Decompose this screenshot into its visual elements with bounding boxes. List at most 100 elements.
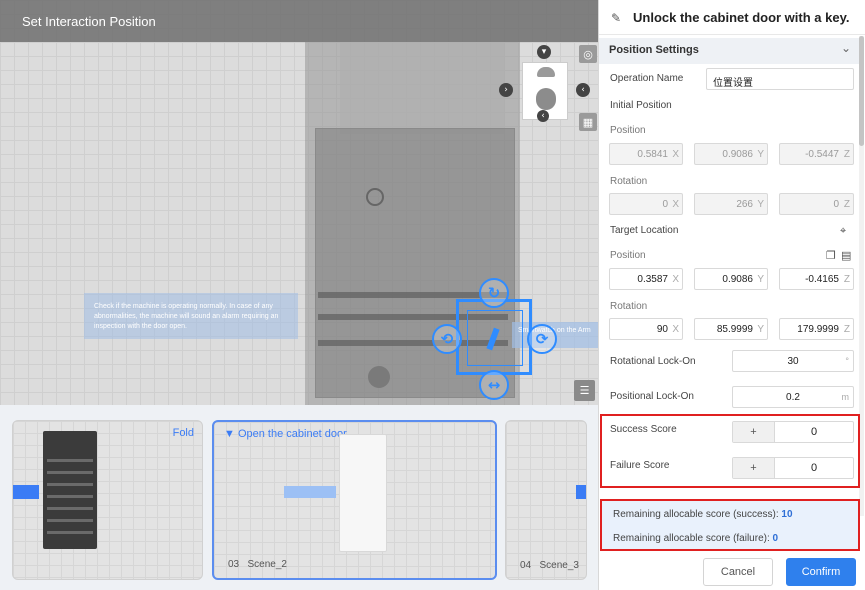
copy-icon[interactable]: ❐ <box>826 249 836 262</box>
3d-viewport[interactable]: Check if the machine is operating normal… <box>0 0 598 405</box>
target-rotation-y-value: 85.9999 <box>716 324 753 335</box>
initial-rotation-z: 0Z <box>779 193 854 215</box>
cabinet-lock-knob <box>366 188 384 206</box>
scene-card[interactable]: 04 Scene_3 <box>505 420 587 580</box>
scene-cabinet-thumbnail <box>339 434 387 552</box>
positional-lock-input[interactable]: 0.2 m <box>732 386 854 408</box>
positional-lock-value: 0.2 <box>786 392 800 403</box>
target-position-z[interactable]: -0.4165 Z <box>779 268 854 290</box>
target-position-x[interactable]: 0.3587 X <box>609 268 683 290</box>
target-rotation-y[interactable]: 85.9999 Y <box>694 318 768 340</box>
initial-position-y: 0.9086 Y <box>694 143 768 165</box>
rotational-lock-unit: ° <box>845 356 849 366</box>
axis-y-label: Y <box>757 199 764 210</box>
target-rotation-z[interactable]: 179.9999 Z <box>779 318 854 340</box>
target-position-y-value: 0.9086 <box>722 274 753 285</box>
target-location-heading: Target Location <box>610 225 679 236</box>
chevron-left-icon[interactable]: ‹ <box>576 83 590 97</box>
panel-header: ✎ Unlock the cabinet door with a key. <box>599 0 865 35</box>
head-front-view-icon <box>536 88 556 110</box>
axis-x-label: X <box>672 149 679 160</box>
scene-info-tag <box>284 486 336 498</box>
viewport-title: Set Interaction Position <box>22 14 156 29</box>
scene-card[interactable]: Fold <box>12 420 203 580</box>
keyboard-icon[interactable]: ▦ <box>579 113 597 131</box>
target-rotation-z-value: 179.9999 <box>797 324 839 335</box>
chevron-down-icon[interactable]: ⌄ <box>841 41 851 55</box>
target-rotation-x[interactable]: 90 X <box>609 318 683 340</box>
scene-name: Scene_2 <box>247 559 287 570</box>
initial-rotation-label: Rotation <box>610 176 648 187</box>
scene-label[interactable]: ▼ Open the cabinet door <box>224 428 347 440</box>
pencil-icon[interactable]: ✎ <box>611 11 621 25</box>
section-header[interactable]: Position Settings ⌄ <box>599 38 861 64</box>
initial-position-z: -0.5447 Z <box>779 143 854 165</box>
scene-name: Scene_3 <box>539 560 579 571</box>
rotate-handle-right[interactable]: ⟳ <box>527 324 557 354</box>
rotational-lock-input[interactable]: 30 ° <box>732 350 854 372</box>
operation-name-input[interactable]: 位置设置 <box>706 68 854 90</box>
cabinet-wheel <box>368 366 390 388</box>
target-position-y[interactable]: 0.9086 Y <box>694 268 768 290</box>
rotational-lock-value: 30 <box>787 356 799 367</box>
initial-rotation-z-value: 0 <box>833 199 839 210</box>
cancel-button[interactable]: Cancel <box>703 558 773 586</box>
confirm-button[interactable]: Confirm <box>786 558 856 586</box>
axis-x-label: X <box>672 324 679 335</box>
camera-settings-icon[interactable]: ◎ <box>579 45 597 63</box>
axis-x-label: X <box>672 274 679 285</box>
operation-name-value: 位置设置 <box>713 78 753 89</box>
axis-z-label: Z <box>843 199 850 210</box>
scene-label[interactable]: Fold <box>173 427 194 439</box>
scene-number-value: 03 <box>228 559 240 570</box>
scene-info-tag <box>13 485 39 499</box>
target-position-z-value: -0.4165 <box>805 274 839 285</box>
scene-card-active[interactable]: ▼ Open the cabinet door 03 Scene_2 <box>212 420 497 580</box>
scene-label-text: Open the cabinet door <box>237 428 347 440</box>
initial-rotation-x: 0X <box>609 193 683 215</box>
remaining-highlight-box <box>600 499 860 551</box>
initial-position-label: Position <box>610 125 646 136</box>
target-rotation-x-value: 90 <box>656 324 668 335</box>
rotational-lock-label: Rotational Lock-On <box>610 356 696 367</box>
list-icon[interactable]: ☰ <box>574 380 595 401</box>
axis-y-label: Y <box>757 149 764 160</box>
head-top-view-icon <box>537 67 555 77</box>
rotate-handle-top[interactable]: ↻ <box>479 278 509 308</box>
info-panel: Check if the machine is operating normal… <box>84 293 298 339</box>
positional-lock-unit: m <box>841 392 850 402</box>
initial-position-z-value: -0.5447 <box>805 149 839 160</box>
section-title: Position Settings <box>609 44 699 56</box>
scene-number: 03 Scene_2 <box>228 559 287 570</box>
scene-number-value: 04 <box>520 560 532 571</box>
axis-z-label: Z <box>843 149 850 160</box>
rotate-handle-left[interactable]: ⟲ <box>432 324 462 354</box>
initial-position-x: 0.5841 X <box>609 143 683 165</box>
operation-name-label: Operation Name <box>610 73 684 84</box>
target-rotation-label: Rotation <box>610 301 648 312</box>
scene-cabinet-thumbnail <box>43 431 97 549</box>
initial-position-x-value: 0.5841 <box>637 149 668 160</box>
rotate-handle-bottom[interactable]: ↔ <box>479 370 509 400</box>
axis-x-label: X <box>672 199 679 210</box>
chevron-small-icon[interactable]: ‹ <box>537 110 549 122</box>
initial-rotation-x-value: 0 <box>662 199 668 210</box>
positional-lock-label: Positional Lock-On <box>610 391 694 402</box>
scene-info-tag <box>576 485 586 499</box>
axis-z-label: Z <box>843 324 850 335</box>
scene-strip: Fold ▼ Open the cabinet door 03 Scene_2 … <box>0 405 598 590</box>
score-highlight-box <box>600 414 860 488</box>
scrollbar-thumb[interactable] <box>859 36 864 146</box>
crosshair-icon[interactable]: ⌖ <box>840 224 846 238</box>
viewport-title-bar: Set Interaction Position <box>0 0 598 42</box>
scene-number: 04 Scene_3 <box>520 560 579 571</box>
chevron-right-icon[interactable]: › <box>499 83 513 97</box>
cabinet-model-top <box>340 42 505 134</box>
chevron-down-icon[interactable]: ▾ <box>537 45 551 59</box>
axis-z-label: Z <box>843 274 850 285</box>
paste-icon[interactable]: ▤ <box>841 249 851 262</box>
target-position-label: Position <box>610 250 646 261</box>
initial-rotation-y-value: 266 <box>736 199 753 210</box>
initial-rotation-y: 266 Y <box>694 193 768 215</box>
axis-y-label: Y <box>757 324 764 335</box>
